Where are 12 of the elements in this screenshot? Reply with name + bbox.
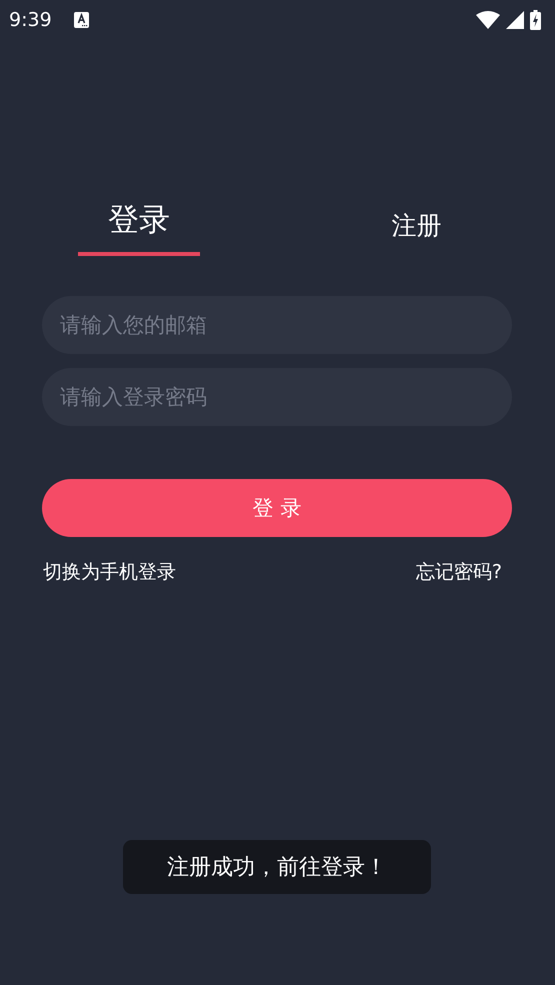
signal-icon	[506, 11, 524, 29]
tab[interactable]: 注册	[391, 197, 442, 256]
battery-charging-icon	[530, 10, 541, 30]
status-time: 9:39	[9, 9, 52, 31]
toast-message: 注册成功，前往登录！	[123, 840, 431, 894]
switch-login-link[interactable]: 切换为手机登录	[43, 559, 176, 585]
keyboard-icon	[74, 12, 89, 28]
input-field[interactable]: 请输入登录密码	[42, 368, 512, 426]
wifi-icon	[476, 11, 500, 29]
tab[interactable]: 登录	[78, 197, 200, 256]
forgot-password-link[interactable]: 忘记密码?	[416, 559, 502, 585]
input-field[interactable]: 请输入您的邮箱	[42, 296, 512, 354]
